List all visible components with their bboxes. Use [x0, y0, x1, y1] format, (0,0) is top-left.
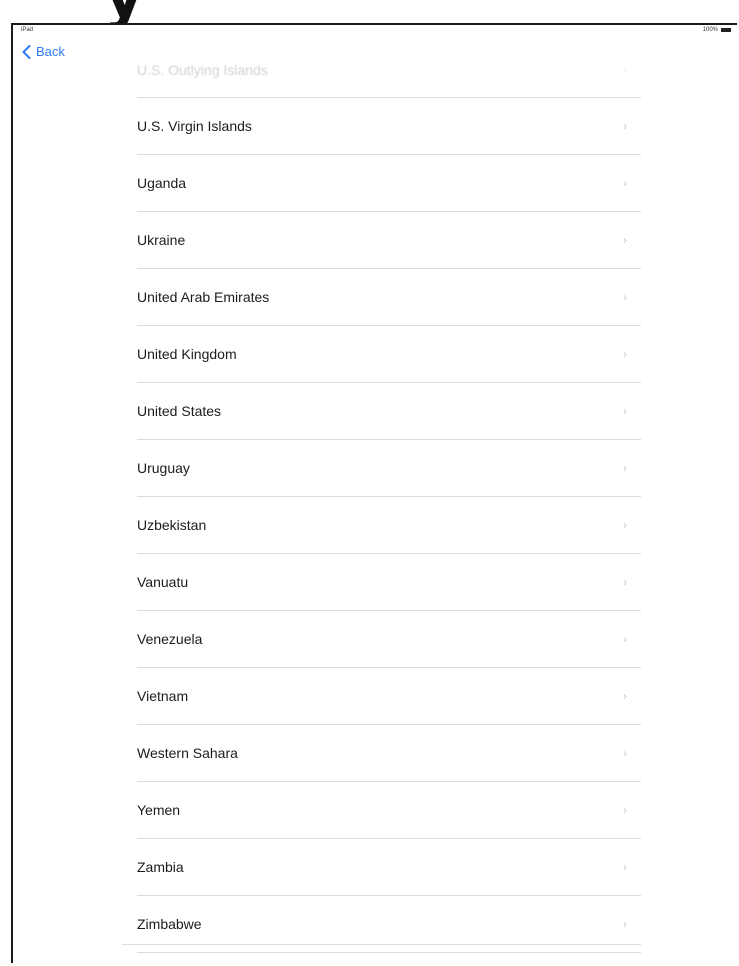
- back-button[interactable]: Back: [22, 44, 65, 59]
- chevron-right-icon: ›: [623, 119, 627, 133]
- chevron-right-icon: ›: [623, 62, 627, 77]
- country-list: U.S. Outlying Islands › U.S. Virgin Island…: [137, 42, 641, 953]
- country-row[interactable]: Vanuatu ›: [137, 554, 641, 611]
- list-bottom-divider: [122, 944, 641, 945]
- country-label: Uruguay: [137, 460, 190, 476]
- country-row[interactable]: Yemen ›: [137, 782, 641, 839]
- battery-icon: [721, 28, 731, 32]
- chevron-right-icon: ›: [623, 917, 627, 931]
- chevron-right-icon: ›: [623, 347, 627, 361]
- country-row[interactable]: Western Sahara ›: [137, 725, 641, 782]
- status-bar: iPad 100%: [13, 24, 735, 36]
- country-label: Vietnam: [137, 688, 189, 704]
- country-label: United Arab Emirates: [137, 289, 270, 305]
- device-name: iPad: [21, 27, 34, 33]
- country-label: U.S. Virgin Islands: [137, 118, 252, 134]
- country-row[interactable]: Uruguay ›: [137, 440, 641, 497]
- chevron-right-icon: ›: [623, 518, 627, 532]
- country-row[interactable]: Ukraine ›: [137, 212, 641, 269]
- back-label: Back: [36, 44, 65, 59]
- country-row[interactable]: United Arab Emirates ›: [137, 269, 641, 326]
- country-label: Yemen: [137, 802, 181, 818]
- country-label: United Kingdom: [137, 346, 237, 362]
- chevron-right-icon: ›: [623, 632, 627, 646]
- chevron-right-icon: ›: [623, 860, 627, 874]
- chevron-right-icon: ›: [623, 803, 627, 817]
- chevron-right-icon: ›: [623, 404, 627, 418]
- chevron-right-icon: ›: [623, 746, 627, 760]
- chevron-right-icon: ›: [623, 233, 627, 247]
- country-label: U.S. Outlying Islands: [137, 61, 268, 78]
- country-label: Zambia: [137, 859, 184, 875]
- country-row[interactable]: Vietnam ›: [137, 668, 641, 725]
- battery-indicator: 100%: [703, 27, 731, 33]
- country-label: Uganda: [137, 175, 187, 191]
- chevron-right-icon: ›: [623, 689, 627, 703]
- country-label: Zimbabwe: [137, 916, 202, 932]
- chevron-right-icon: ›: [623, 176, 627, 190]
- country-label: Venezuela: [137, 631, 203, 647]
- country-label: Western Sahara: [137, 745, 238, 761]
- country-row[interactable]: U.S. Virgin Islands ›: [137, 98, 641, 155]
- chevron-right-icon: ›: [623, 575, 627, 589]
- country-row[interactable]: Venezuela ›: [137, 611, 641, 668]
- country-row[interactable]: United Kingdom ›: [137, 326, 641, 383]
- country-row[interactable]: Uganda ›: [137, 155, 641, 212]
- country-row[interactable]: Uzbekistan ›: [137, 497, 641, 554]
- country-row[interactable]: Zambia ›: [137, 839, 641, 896]
- country-label: United States: [137, 403, 222, 419]
- battery-percent: 100%: [702, 27, 718, 33]
- chevron-left-icon: [22, 44, 31, 59]
- country-row[interactable]: U.S. Outlying Islands ›: [137, 42, 641, 98]
- country-label: Ukraine: [137, 232, 186, 248]
- chevron-right-icon: ›: [623, 461, 627, 475]
- country-row[interactable]: United States ›: [137, 383, 641, 440]
- country-label: Vanuatu: [137, 574, 189, 590]
- chevron-right-icon: ›: [623, 290, 627, 304]
- country-label: Uzbekistan: [137, 517, 207, 533]
